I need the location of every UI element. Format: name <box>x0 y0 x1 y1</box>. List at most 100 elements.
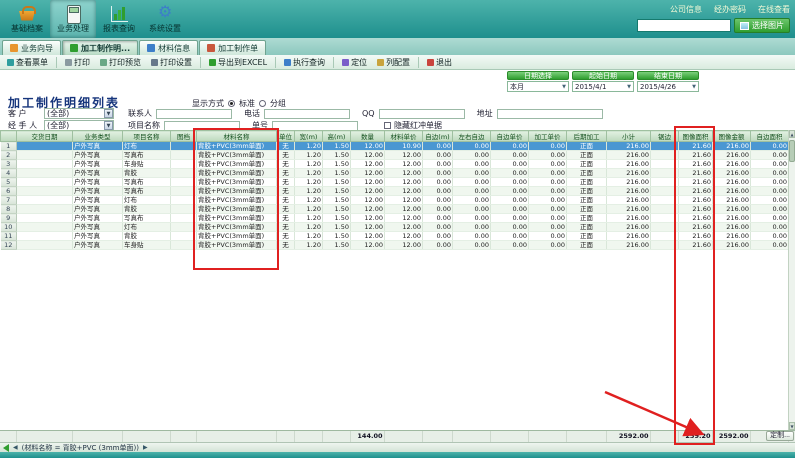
date-select-0[interactable]: 本月▼ <box>507 81 569 92</box>
table-row[interactable]: 7户外写真灯布背胶+PVC(3mm单面)无1.201.5012.0012.000… <box>1 196 789 205</box>
cell-img_amount: 216.00 <box>713 205 751 214</box>
toolbar-button-0[interactable]: 查看票单 <box>3 56 52 69</box>
column-header-17[interactable]: 锯边 <box>651 131 679 142</box>
toolbar-button-1[interactable]: 打印 <box>61 56 94 69</box>
toolbar-button-3[interactable]: 打印设置 <box>147 56 196 69</box>
radio-standard[interactable] <box>228 100 235 107</box>
tab-2[interactable]: 材料信息 <box>139 40 198 55</box>
column-header-2[interactable]: 业务类型 <box>73 131 123 142</box>
cell-side_area: 0.00 <box>751 241 789 250</box>
cell-side2: 0.00 <box>453 160 491 169</box>
tab-0[interactable]: 业务向导 <box>2 40 61 55</box>
table-row[interactable]: 4户外写真背胶背胶+PVC(3mm单面)无1.201.5012.0012.000… <box>1 169 789 178</box>
cell-side_area: 0.00 <box>751 187 789 196</box>
vertical-scrollbar[interactable]: ▲ ▼ <box>788 130 795 430</box>
toolbar-button-8[interactable]: 退出 <box>423 56 456 69</box>
radio-grouped[interactable] <box>259 100 266 107</box>
date-select-1[interactable]: 2015/4/1▼ <box>572 81 634 92</box>
cell-post: 正面 <box>567 205 607 214</box>
image-search-input[interactable] <box>637 19 731 32</box>
phone-input[interactable] <box>264 109 350 119</box>
filter-row-1: 客 户 (全部) ▼ 联系人 电话 QQ 地址 <box>8 108 603 119</box>
date-filter-button-1[interactable]: 起始日期 <box>572 71 634 80</box>
cell-date <box>17 187 73 196</box>
qq-input[interactable] <box>379 109 465 119</box>
column-header-10[interactable]: 材料单价 <box>385 131 423 142</box>
hide-red-checkbox[interactable] <box>384 122 391 129</box>
table-row[interactable]: 1户外写真灯布背胶+PVC(3mm单面)无1.201.5012.0010.900… <box>1 142 789 151</box>
total-cell-price <box>384 431 422 442</box>
back-arrow-icon[interactable] <box>3 444 9 452</box>
nav-item-gear[interactable]: 系统设置 <box>142 0 188 38</box>
table-row[interactable]: 12户外写真车身贴背胶+PVC(3mm单面)无1.201.5012.0012.0… <box>1 241 789 250</box>
project-input[interactable] <box>164 121 240 131</box>
cell-date <box>17 232 73 241</box>
tab-3[interactable]: 加工制作单 <box>199 40 266 55</box>
column-header-16[interactable]: 小计 <box>607 131 651 142</box>
customer-select[interactable]: (全部) ▼ <box>44 108 114 119</box>
nav-item-basket[interactable]: 基础档案 <box>4 0 50 38</box>
table-row[interactable]: 6户外写真写真布背胶+PVC(3mm单面)无1.201.5012.0012.00… <box>1 187 789 196</box>
date-select-2[interactable]: 2015/4/26▼ <box>637 81 699 92</box>
cell-img_area: 21.60 <box>679 232 713 241</box>
contact-input[interactable] <box>156 109 232 119</box>
scroll-down-icon[interactable]: ▼ <box>789 422 795 430</box>
top-link-1[interactable]: 经办密码 <box>714 4 746 15</box>
cell-saw <box>651 178 679 187</box>
nav-item-calculator[interactable]: 业务处理 <box>50 0 96 38</box>
column-header-7[interactable]: 宽(m) <box>295 131 323 142</box>
column-header-20[interactable]: 自边面积 <box>751 131 789 142</box>
column-header-6[interactable]: 单位 <box>277 131 295 142</box>
column-header-4[interactable]: 图档 <box>171 131 197 142</box>
column-header-13[interactable]: 自边单价 <box>491 131 529 142</box>
top-link-2[interactable]: 在线查看 <box>758 4 790 15</box>
column-header-19[interactable]: 图像金额 <box>713 131 751 142</box>
column-header-8[interactable]: 高(m) <box>323 131 351 142</box>
toolbar-button-6[interactable]: 定位 <box>338 56 371 69</box>
table-row[interactable]: 5户外写真写真布背胶+PVC(3mm单面)无1.201.5012.0012.00… <box>1 178 789 187</box>
table-row[interactable]: 9户外写真写真布背胶+PVC(3mm单面)无1.201.5012.0012.00… <box>1 214 789 223</box>
cell-n: 2 <box>1 151 17 160</box>
toolbar-button-5[interactable]: 执行查询 <box>280 56 329 69</box>
column-header-12[interactable]: 左右自边 <box>453 131 491 142</box>
address-input[interactable] <box>497 109 603 119</box>
table-row[interactable]: 11户外写真背胶背胶+PVC(3mm单面)无1.201.5012.0012.00… <box>1 232 789 241</box>
cell-project: 车身贴 <box>123 241 171 250</box>
toolbar-button-7[interactable]: 列配置 <box>373 56 414 69</box>
cell-proc_price: 0.00 <box>529 169 567 178</box>
table-row[interactable]: 3户外写真车身贴背胶+PVC(3mm单面)无1.201.5012.0012.00… <box>1 160 789 169</box>
date-filter-group: 日期选择本月▼起始日期2015/4/1▼结束日期2015/4/26▼ <box>507 71 699 92</box>
column-header-15[interactable]: 后期加工 <box>567 131 607 142</box>
cell-material: 背胶+PVC(3mm单面) <box>197 151 277 160</box>
scroll-up-icon[interactable]: ▲ <box>789 130 795 138</box>
nav-next-icon[interactable]: ▶ <box>143 444 148 451</box>
toolbar-button-2[interactable]: 打印预览 <box>96 56 145 69</box>
top-link-0[interactable]: 公司信息 <box>670 4 702 15</box>
date-filter-button-2[interactable]: 结束日期 <box>637 71 699 80</box>
column-header-14[interactable]: 加工单价 <box>529 131 567 142</box>
tab-1[interactable]: 加工制作明... <box>62 40 138 55</box>
column-header-0[interactable] <box>1 131 17 142</box>
cell-n: 9 <box>1 214 17 223</box>
table-row[interactable]: 10户外写真灯布背胶+PVC(3mm单面)无1.201.5012.0012.00… <box>1 223 789 232</box>
nav-prev-icon[interactable]: ◀ <box>13 444 18 451</box>
column-header-5[interactable]: 材料名称 <box>197 131 277 142</box>
column-header-1[interactable]: 交货日期 <box>17 131 73 142</box>
table-row[interactable]: 2户外写真写真布背胶+PVC(3mm单面)无1.201.5012.0012.00… <box>1 151 789 160</box>
column-header-18[interactable]: 图像面积 <box>679 131 713 142</box>
toolbar-button-4[interactable]: 导出到EXCEL <box>205 56 271 69</box>
column-header-11[interactable]: 自边(m) <box>423 131 453 142</box>
total-cell-side_price <box>490 431 528 442</box>
cell-material: 背胶+PVC(3mm单面) <box>197 178 277 187</box>
date-filter-button-0[interactable]: 日期选择 <box>507 71 569 80</box>
customize-button[interactable]: 定制... <box>766 431 794 441</box>
cell-img_amount: 216.00 <box>713 142 751 151</box>
scrollbar-thumb[interactable] <box>789 140 795 162</box>
toolbar-icon <box>65 59 72 66</box>
column-header-3[interactable]: 项目名称 <box>123 131 171 142</box>
order-input[interactable] <box>272 121 358 131</box>
nav-item-chart[interactable]: 报表查询 <box>96 0 142 38</box>
table-row[interactable]: 8户外写真背胶背胶+PVC(3mm单面)无1.201.5012.0012.000… <box>1 205 789 214</box>
pick-image-button[interactable]: 选择图片 <box>734 18 790 33</box>
column-header-9[interactable]: 数量 <box>351 131 385 142</box>
